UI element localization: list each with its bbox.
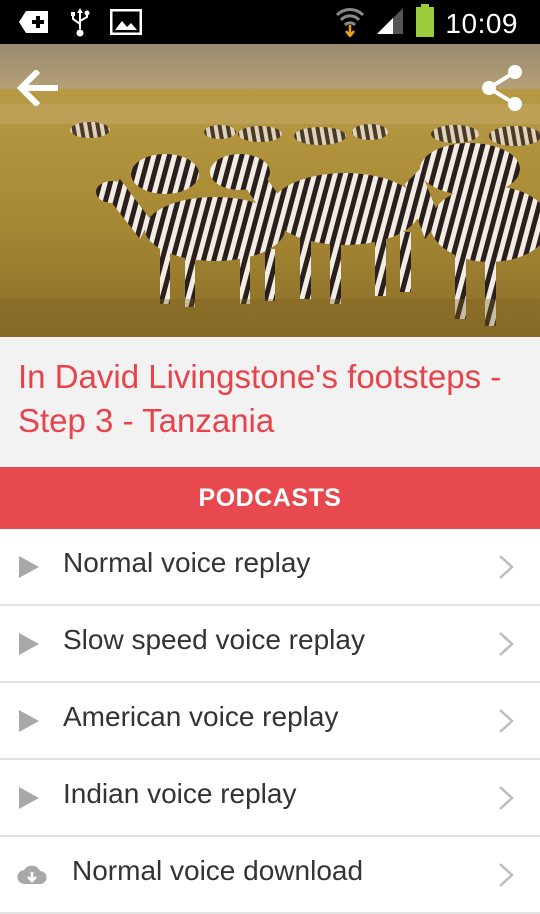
article-header: In David Livingstone's footsteps - Step … [0,337,540,467]
chevron-right-icon [499,709,514,733]
list-item-label: Normal voice replay [63,547,311,578]
cloud-download-icon [17,865,47,885]
chevron-right-icon [499,786,514,810]
podcasts-header: PODCASTS [0,467,540,529]
zebra-savanna-image [0,44,540,337]
share-button[interactable] [476,62,528,114]
play-icon [19,633,39,655]
list-item-slow-speed-voice-replay[interactable]: Slow speed voice replay [0,606,540,683]
chevron-right-icon [499,863,514,887]
share-icon [482,65,522,111]
image-icon [110,6,142,38]
podcast-list: Normal voice replay Slow speed voice rep… [0,529,540,914]
usb-icon [64,6,96,38]
arrow-left-icon [16,70,58,106]
battery-icon [415,4,435,43]
article-title: In David Livingstone's footsteps - Step … [18,358,502,439]
chevron-right-icon [499,632,514,656]
list-item-label: American voice replay [63,701,339,732]
wifi-icon [335,5,365,42]
list-item-label: Indian voice replay [63,778,297,809]
list-item-normal-voice-replay[interactable]: Normal voice replay [0,529,540,606]
hero-image [0,44,540,337]
signal-icon [375,6,405,41]
list-item-indian-voice-replay[interactable]: Indian voice replay [0,760,540,837]
status-time: 10:09 [445,7,518,39]
play-icon [19,787,39,809]
status-bar: 10:09 [0,0,540,44]
play-icon [19,556,39,578]
back-button[interactable] [12,62,64,114]
play-icon [19,710,39,732]
list-item-label: Normal voice download [72,855,364,886]
chevron-right-icon [499,555,514,579]
list-item-label: Slow speed voice replay [63,624,365,655]
add-icon [18,6,50,38]
list-item-normal-voice-download[interactable]: Normal voice download [0,837,540,914]
list-item-american-voice-replay[interactable]: American voice replay [0,683,540,760]
podcasts-header-label: PODCASTS [198,483,342,512]
